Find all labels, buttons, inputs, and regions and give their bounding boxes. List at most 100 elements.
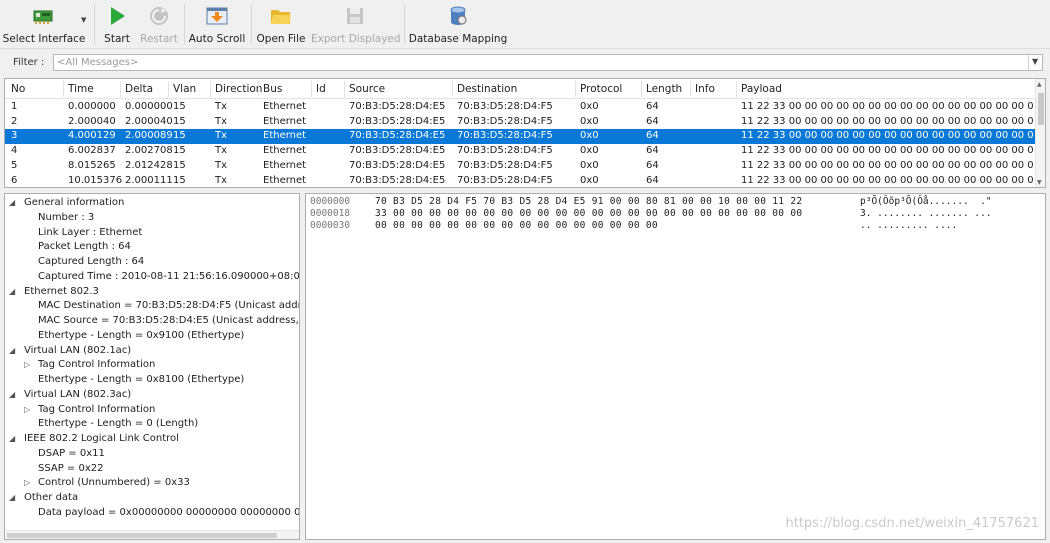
select-interface-button[interactable]: ▼ Select Interface [2,2,86,47]
column-separator[interactable] [575,81,576,97]
database-mapping-button[interactable]: Database Mapping [408,2,508,47]
column-header[interactable]: Time [68,83,94,95]
table-row[interactable]: 2 2.000040 2.000040 15 Tx Ethernet 70:B3:D5:28… [5,115,1037,130]
collapse-toggle-icon[interactable]: ▷ [24,360,30,369]
column-header[interactable]: Bus [263,83,282,95]
restart-button[interactable]: Restart [138,2,180,47]
expand-toggle-icon[interactable]: ◢ [9,390,15,399]
column-header[interactable]: No [11,83,25,95]
chevron-down-icon[interactable]: ▼ [81,16,86,24]
column-separator[interactable] [210,81,211,97]
hex-offset: 0000000 [310,196,351,207]
toolbar-separator [184,4,185,45]
column-header[interactable]: Id [316,83,326,95]
tree-node-label: Ethertype - Length = 0 (Length) [38,418,199,430]
table-row[interactable]: 6 10.015376 2.000111 15 Tx Ethernet 70:B3:D5:2… [5,174,1037,188]
table-row[interactable]: 5 8.015265 2.012428 15 Tx Ethernet 70:B3:D5:28… [5,159,1037,174]
table-cell: 11 22 33 00 00 00 00 00 00 00 00 00 00 0… [741,174,1033,186]
collapse-toggle-icon[interactable]: ▷ [24,405,30,414]
database-mapping-label: Database Mapping [408,33,508,45]
table-cell: 11 22 33 00 00 00 00 00 00 00 00 00 00 0… [741,145,1033,157]
collapse-toggle-icon[interactable]: ▷ [24,478,30,487]
expand-toggle-icon[interactable]: ◢ [9,493,15,502]
table-cell: 64 [646,101,659,112]
column-header[interactable]: Vlan [173,83,196,95]
table-row[interactable]: 1 0.000000 0.000000 15 Tx Ethernet 70:B3:D5:28… [5,100,1037,115]
column-header[interactable]: Protocol [580,83,622,95]
refresh-icon [150,7,168,25]
table-cell: 4 [11,145,18,157]
expand-toggle-icon[interactable]: ◢ [9,198,15,207]
tree-node-label: IEEE 802.2 Logical Link Control [24,433,179,444]
table-cell: 2.000040 [125,115,173,127]
column-separator[interactable] [344,81,345,97]
open-file-button[interactable]: Open File [256,2,306,47]
column-separator[interactable] [311,81,312,97]
table-cell: 11 22 33 00 00 00 00 00 00 00 00 00 00 0… [741,159,1033,171]
column-header[interactable]: Delta [125,83,153,95]
column-separator[interactable] [168,81,169,97]
column-header[interactable]: Info [695,83,715,95]
table-cell: 70:B3:D5:28:D4:E5 [349,130,446,142]
start-button[interactable]: Start [99,2,135,47]
tree-node-label: Other data [24,492,79,503]
floppy-disk-icon [347,8,363,24]
network-card-icon [33,10,53,24]
table-cell: 0.000000 [68,101,116,112]
column-separator[interactable] [452,81,453,97]
table-cell: 15 [173,174,186,186]
hex-ascii: .. ......... .... [860,220,958,231]
table-cell: 0x0 [580,174,599,186]
tree-node-label: MAC Destination = 70:B3:D5:28:D4:F5 (Uni… [38,300,300,312]
column-header[interactable]: Destination [457,83,517,95]
database-icon [450,6,467,25]
table-cell: 2.012428 [125,159,173,171]
table-cell: 8.015265 [68,159,116,171]
toolbar-separator [404,4,405,45]
scroll-down-icon[interactable]: ▼ [1037,179,1042,186]
table-cell: 64 [646,174,659,186]
tree-node-label: Ethernet 802.3 [24,285,99,297]
tree-node-label: Control (Unnumbered) = 0x33 [38,477,190,489]
column-separator[interactable] [63,81,64,97]
scrollbar-thumb[interactable] [7,533,277,538]
table-cell: Ethernet [263,130,307,142]
column-header[interactable]: Direction [215,83,262,95]
tree-node-label: DSAP = 0x11 [38,447,105,459]
column-header[interactable]: Payload [741,83,782,95]
filter-combobox[interactable]: <All Messages> ▼ [53,54,1043,71]
toolbar-separator [94,4,95,45]
auto-scroll-button[interactable]: Auto Scroll [188,2,246,47]
tree-node-label: Tag Control Information [38,403,156,415]
table-cell: 15 [173,115,186,127]
table-row[interactable]: 3 4.000129 2.000089 15 Tx Ethernet 70:B3:D5:28… [5,129,1037,145]
column-header[interactable]: Length [646,83,682,95]
column-separator[interactable] [641,81,642,97]
expand-toggle-icon[interactable]: ◢ [9,434,15,443]
table-cell: 10.015376 [68,174,123,186]
expand-toggle-icon[interactable]: ◢ [9,346,15,355]
export-displayed-label: Export Displayed [311,33,401,45]
column-separator[interactable] [258,81,259,97]
table-cell: 70:B3:D5:28:D4:F5 [457,145,553,157]
table-cell: 70:B3:D5:28:D4:E5 [349,145,446,157]
export-displayed-button[interactable]: Export Displayed [311,2,401,47]
table-cell: 4.000129 [68,130,116,142]
scrollbar-thumb[interactable] [1038,93,1044,125]
scroll-up-icon[interactable]: ▲ [1037,81,1042,88]
table-cell: 70:B3:D5:28:D4:E5 [349,159,446,171]
expand-toggle-icon[interactable]: ◢ [9,287,15,296]
messages-scrollbar[interactable]: ▲ ▼ [1035,79,1045,187]
start-label: Start [104,33,130,45]
column-separator[interactable] [120,81,121,97]
table-cell: Tx [215,174,228,186]
filter-dropdown-button[interactable]: ▼ [1028,55,1042,70]
tree-node-label: Captured Time : 2010-08-11 21:56:16.0900… [38,270,300,282]
tree-node-label: Ethertype - Length = 0x9100 (Ethertype) [38,329,245,341]
table-cell: 70:B3:D5:28:D4:F5 [457,130,553,142]
column-header[interactable]: Source [349,83,385,95]
details-horizontal-scrollbar[interactable] [5,530,299,539]
column-separator[interactable] [736,81,737,97]
table-row[interactable]: 4 6.002837 2.002708 15 Tx Ethernet 70:B3:D5:28… [5,144,1037,159]
column-separator[interactable] [690,81,691,97]
